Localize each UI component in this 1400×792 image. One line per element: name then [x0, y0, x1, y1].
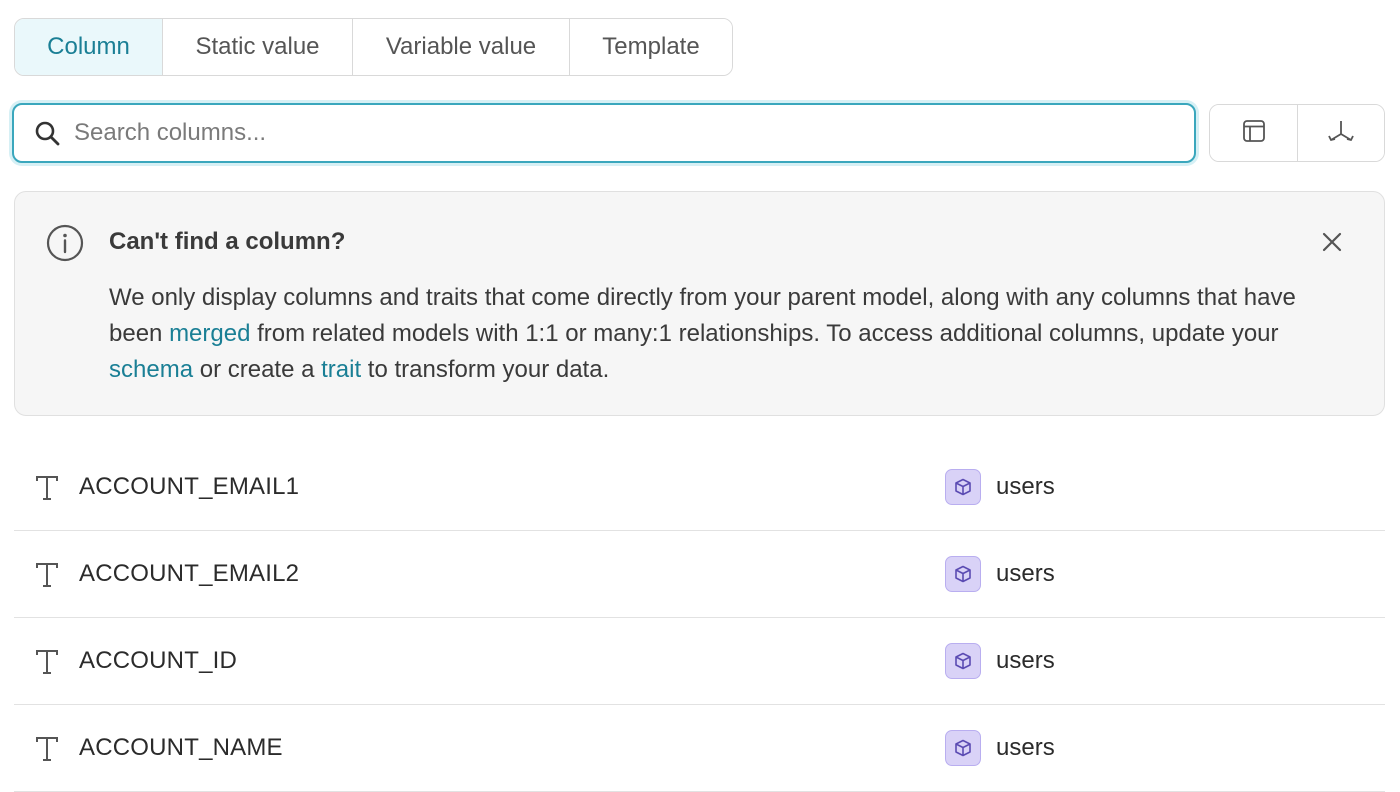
tab-static-value[interactable]: Static value — [163, 19, 353, 75]
column-name: ACCOUNT_ID — [79, 647, 238, 674]
merge-relationships-icon — [1327, 119, 1355, 148]
tab-template[interactable]: Template — [570, 19, 732, 75]
table-view-button[interactable] — [1210, 105, 1297, 161]
column-row[interactable]: ACCOUNT_NAME users — [14, 705, 1385, 792]
column-row[interactable]: ACCOUNT_EMAIL2 users — [14, 531, 1385, 618]
cube-icon — [955, 565, 971, 583]
model-name: users — [996, 473, 1055, 500]
tab-column[interactable]: Column — [15, 19, 163, 75]
banner-text: or create a — [193, 356, 322, 383]
banner-title: Can't find a column? — [109, 228, 346, 255]
search-box — [12, 103, 1196, 163]
column-name: ACCOUNT_EMAIL1 — [79, 473, 300, 500]
column-name: ACCOUNT_EMAIL2 — [79, 560, 300, 587]
search-icon — [34, 120, 60, 146]
schema-link[interactable]: schema — [109, 356, 193, 383]
search-input[interactable] — [74, 105, 1194, 161]
relationships-button[interactable] — [1297, 105, 1384, 161]
column-list: ACCOUNT_EMAIL1 users ACCOUNT_EMAIL2 user… — [14, 444, 1385, 792]
banner-text: from related models with 1:1 or many:1 r… — [250, 320, 1279, 347]
view-options — [1209, 104, 1385, 162]
cube-icon — [955, 652, 971, 670]
model-name: users — [996, 560, 1055, 587]
close-icon[interactable] — [1320, 230, 1344, 254]
column-name: ACCOUNT_NAME — [79, 734, 283, 761]
text-type-icon — [34, 474, 60, 502]
table-view-icon — [1242, 119, 1266, 148]
model-badge — [945, 643, 981, 679]
text-type-icon — [34, 735, 60, 763]
info-banner: Can't find a column? We only display col… — [14, 191, 1385, 416]
value-type-tabs: Column Static value Variable value Templ… — [14, 18, 733, 76]
model-name: users — [996, 647, 1055, 674]
model-badge — [945, 730, 981, 766]
text-type-icon — [34, 648, 60, 676]
column-row[interactable]: ACCOUNT_EMAIL1 users — [14, 444, 1385, 531]
model-badge — [945, 556, 981, 592]
merged-link[interactable]: merged — [169, 320, 250, 347]
info-icon — [46, 224, 84, 262]
model-name: users — [996, 734, 1055, 761]
model-badge — [945, 469, 981, 505]
cube-icon — [955, 739, 971, 757]
column-row[interactable]: ACCOUNT_ID users — [14, 618, 1385, 705]
trait-link[interactable]: trait — [321, 356, 361, 383]
column-picker-panel: Column Static value Variable value Templ… — [0, 0, 1400, 792]
cube-icon — [955, 478, 971, 496]
tab-variable-value[interactable]: Variable value — [353, 19, 570, 75]
text-type-icon — [34, 561, 60, 589]
banner-text: to transform your data. — [361, 356, 610, 383]
banner-body: We only display columns and traits that … — [109, 280, 1309, 388]
